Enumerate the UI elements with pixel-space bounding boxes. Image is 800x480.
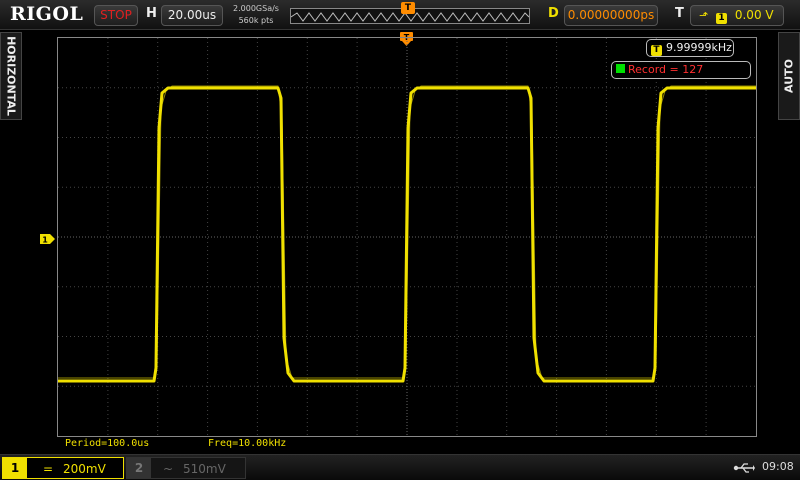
delay-label: D: [548, 6, 559, 21]
trigger-level: 0.00 V: [734, 8, 774, 22]
channel2-settings[interactable]: 2 ~ 510mV: [126, 457, 246, 479]
channel-status-bar: 1 = 200mV 2 ~ 510mV 09:08: [0, 454, 800, 480]
delay-value[interactable]: 0.00000000ps: [564, 5, 658, 26]
channel1-number: 1: [3, 458, 27, 478]
frequency-measurement: Freq=10.00kHz: [208, 438, 287, 449]
usb-icon: [733, 460, 755, 474]
trigger-settings[interactable]: ⬏ 1 0.00 V: [690, 5, 784, 26]
memory-depth: 560k pts: [238, 16, 274, 25]
memory-trigger-marker: T: [401, 2, 415, 14]
counter-trigger-badge: T: [651, 45, 662, 56]
channel2-number: 2: [127, 458, 151, 478]
top-status-bar: RIGOL STOP H 20.00us 2.000GSa/s 560k pts…: [0, 0, 800, 30]
channel1-coupling-icon: =: [43, 462, 54, 476]
trigger-label: T: [675, 6, 684, 21]
channel1-scale: 200mV: [63, 462, 106, 476]
run-stop-status[interactable]: STOP: [94, 5, 138, 26]
frequency-counter: T 9.99999kHz: [646, 39, 734, 57]
period-measurement: Period=100.0us: [65, 438, 150, 449]
channel2-scale: 510mV: [183, 462, 226, 476]
graticule: [58, 38, 756, 436]
channel1-settings[interactable]: 1 = 200mV: [2, 457, 124, 479]
sample-rate: 2.000GSa/s: [233, 4, 279, 13]
svg-text:1: 1: [42, 236, 48, 245]
record-indicator-icon: [616, 64, 625, 73]
timebase-value[interactable]: 20.00us: [161, 5, 223, 26]
rising-edge-icon: ⬏: [699, 9, 709, 22]
record-count: Record = 127: [628, 63, 704, 76]
horizontal-label: H: [146, 6, 157, 21]
auto-menu-tab[interactable]: AUTO: [778, 32, 800, 120]
rigol-logo: RIGOL: [10, 3, 84, 25]
memory-position-bar[interactable]: T: [290, 2, 530, 24]
trigger-source-badge: 1: [716, 13, 728, 24]
waveform-display[interactable]: T 9.99999kHz Record = 127: [57, 37, 757, 437]
channel2-coupling-icon: ~: [163, 462, 174, 476]
channel1-offset-marker[interactable]: 1: [40, 229, 55, 245]
clock: 09:08: [762, 460, 794, 473]
frequency-counter-value: 9.99999kHz: [666, 41, 732, 54]
horizontal-menu-tab[interactable]: HORIZONTAL: [0, 32, 22, 120]
record-status: Record = 127: [611, 61, 751, 79]
